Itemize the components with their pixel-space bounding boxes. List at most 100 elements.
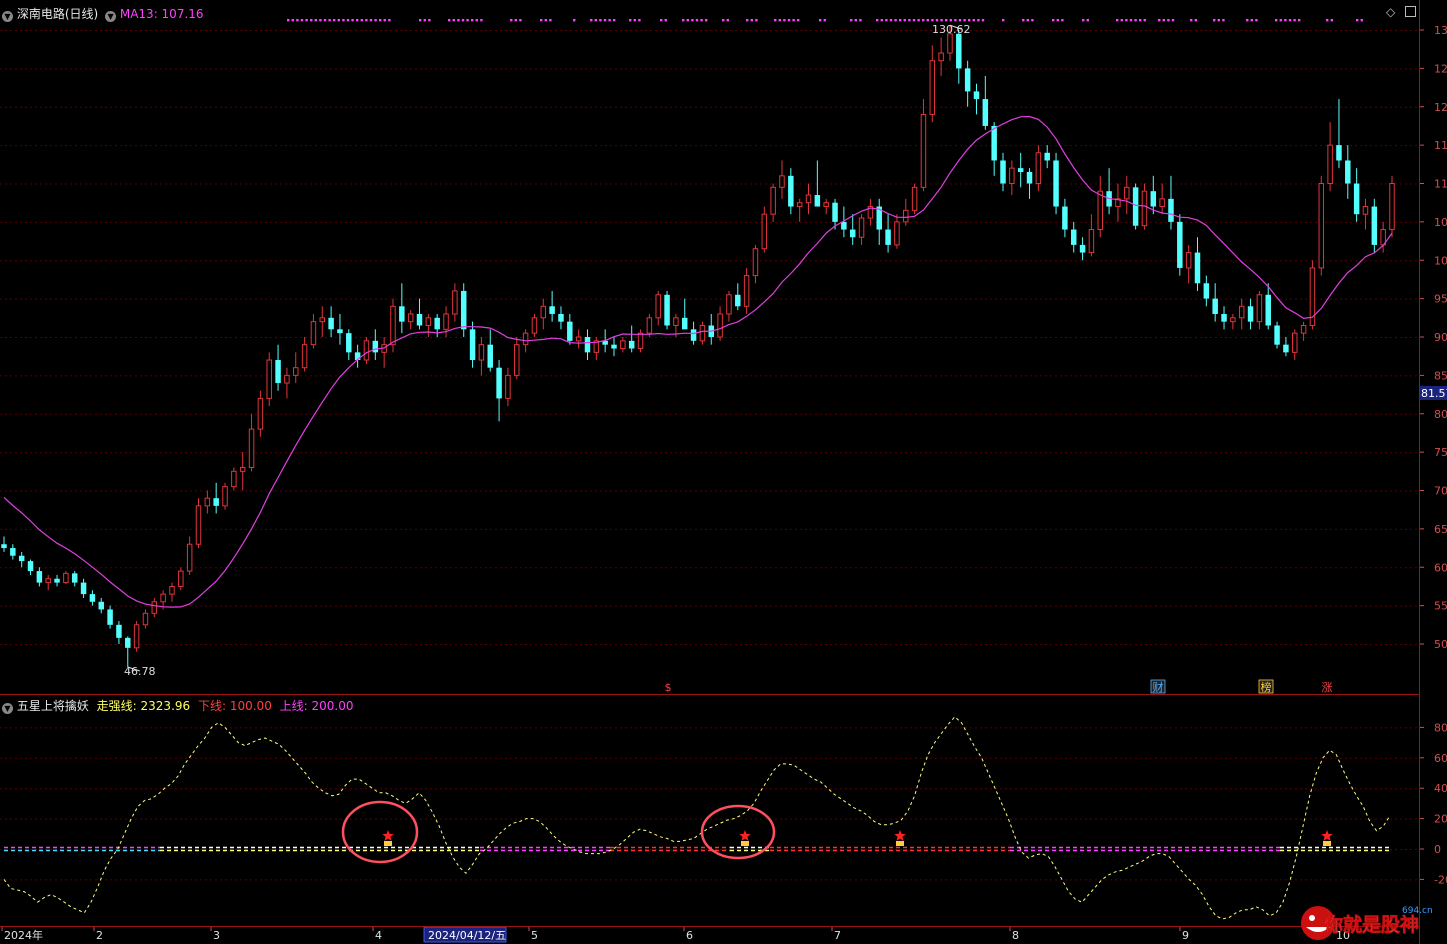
candle[interactable] <box>911 183 918 215</box>
signal-dot <box>549 19 552 22</box>
svg-text:8: 8 <box>1012 929 1019 942</box>
candle[interactable] <box>1132 183 1139 230</box>
price-tick-label: 115 <box>1434 139 1447 152</box>
signal-dot <box>963 19 966 22</box>
svg-text:9: 9 <box>1182 929 1189 942</box>
signal-dot <box>388 19 391 22</box>
time-axis-label[interactable]: 5 <box>528 926 538 942</box>
signal-dot <box>1031 19 1034 22</box>
indicator-collapse-icon[interactable]: ▼ <box>2 703 13 714</box>
signal-dot <box>1194 19 1197 22</box>
signal-dot <box>428 19 431 22</box>
signal-dot <box>594 19 597 22</box>
price-tick-label: 90 <box>1434 331 1447 344</box>
time-axis-label[interactable]: 3 <box>210 926 220 942</box>
candle[interactable] <box>664 290 670 330</box>
signal-dot <box>369 19 373 22</box>
signal-dot <box>379 19 382 22</box>
candle[interactable] <box>460 283 467 337</box>
candle[interactable] <box>222 482 228 510</box>
signal-dot <box>691 19 694 22</box>
event-marker[interactable]: 榜 <box>1258 679 1274 694</box>
candle[interactable] <box>646 313 653 337</box>
signal-dot <box>1134 19 1137 22</box>
watermark-text: 你就是股神 <box>1323 913 1419 936</box>
price-tick-label: 80 <box>1434 408 1447 421</box>
candle[interactable] <box>195 498 202 549</box>
candle[interactable] <box>266 352 272 407</box>
ma-toggle-icon[interactable]: ▼ <box>105 11 117 22</box>
signal-dot <box>419 19 422 22</box>
signal-dot <box>682 19 685 22</box>
signal-dot <box>423 19 426 22</box>
candle[interactable] <box>1053 152 1059 215</box>
signal-dot <box>337 19 340 22</box>
signal-dot <box>949 19 952 22</box>
price-tick-label: 85 <box>1434 369 1447 382</box>
signal-dot <box>1222 19 1225 22</box>
signal-dot <box>1255 19 1258 22</box>
signal-dot <box>899 19 902 22</box>
candle[interactable] <box>231 467 237 491</box>
signal-dot <box>1158 19 1161 22</box>
signal-dot <box>1061 19 1064 22</box>
signal-dot <box>722 19 725 22</box>
candle[interactable] <box>1371 198 1378 253</box>
indicator-tick-label: 20 <box>1434 813 1447 826</box>
candle[interactable] <box>363 337 370 364</box>
candle[interactable] <box>1177 214 1183 276</box>
diamond-icon[interactable]: ◇ <box>1386 5 1395 19</box>
signal-dot <box>823 19 826 22</box>
signal-dot <box>300 19 304 22</box>
svg-text:4: 4 <box>375 929 382 942</box>
signal-dot <box>660 19 663 22</box>
time-axis-label[interactable]: 2024/04/12/五 <box>423 926 507 943</box>
candle[interactable] <box>178 567 184 591</box>
time-axis-label[interactable]: 2024年 <box>1 926 43 942</box>
price-tick-label: 130 <box>1434 24 1447 37</box>
candle[interactable] <box>1309 260 1316 330</box>
time-axis-label[interactable]: 4 <box>372 926 382 942</box>
signal-dot <box>1125 19 1128 22</box>
price-tick-label: 120 <box>1434 101 1447 114</box>
candle[interactable] <box>133 620 140 652</box>
candle[interactable] <box>63 571 69 585</box>
candle[interactable] <box>1274 321 1280 349</box>
time-axis-label[interactable]: 9 <box>1179 926 1189 942</box>
svg-text:2: 2 <box>96 929 103 942</box>
candle[interactable] <box>531 313 538 337</box>
candle[interactable] <box>390 298 396 353</box>
signal-dot <box>519 19 522 22</box>
stock-chart[interactable]: 1301251201151101051009590858075706560555… <box>0 0 1447 944</box>
indicator-tick-label: 80 <box>1434 721 1447 734</box>
price-tick-label: 110 <box>1434 178 1447 191</box>
signal-dot <box>700 19 703 22</box>
time-axis-label[interactable]: 2 <box>93 926 103 942</box>
event-marker[interactable]: 财 <box>1150 679 1166 694</box>
time-axis-label[interactable]: 6 <box>683 926 693 942</box>
time-axis-label[interactable]: 7 <box>831 926 841 942</box>
signal-dot <box>1022 19 1025 22</box>
signal-dot <box>917 19 920 22</box>
signal-dot <box>1246 19 1249 22</box>
signal-dot <box>774 19 777 22</box>
signal-dot <box>1116 19 1119 22</box>
stock-name: 深南电路(日线) <box>16 7 99 21</box>
signal-dot <box>383 19 386 22</box>
collapse-panel-icon[interactable]: ▼ <box>2 11 13 22</box>
svg-text:涨: 涨 <box>1322 681 1333 694</box>
indicator-name: 五星上将擒妖 <box>16 699 89 713</box>
candle[interactable] <box>637 329 644 353</box>
restore-window-icon[interactable] <box>1405 6 1416 17</box>
candle[interactable] <box>699 321 706 345</box>
svg-text:3: 3 <box>213 929 220 942</box>
svg-text:5: 5 <box>531 929 538 942</box>
signal-dot <box>296 19 299 22</box>
signal-dot <box>746 19 749 22</box>
event-marker[interactable]: 涨 <box>1322 681 1333 694</box>
signal-dot <box>922 19 925 22</box>
time-axis-label[interactable]: 8 <box>1009 926 1019 942</box>
candle[interactable] <box>1389 175 1395 238</box>
candle[interactable] <box>1318 175 1325 276</box>
event-marker[interactable]: $ <box>665 681 672 694</box>
